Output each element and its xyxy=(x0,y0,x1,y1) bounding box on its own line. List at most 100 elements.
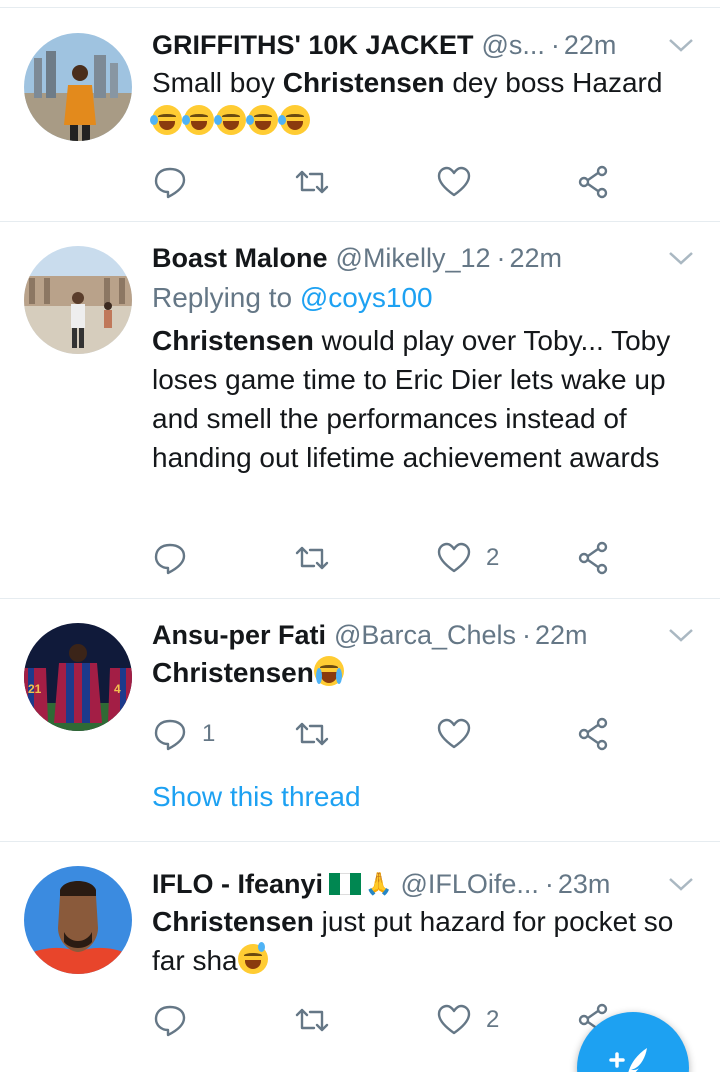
like-count: 2 xyxy=(486,1006,500,1033)
chevron-down-icon[interactable] xyxy=(666,33,696,57)
retweet-icon xyxy=(295,1008,329,1032)
compose-tweet-icon xyxy=(609,1048,647,1072)
reply-icon xyxy=(154,1005,186,1037)
nigeria-flag-emoji xyxy=(329,873,362,895)
tweet-text: Christensen would play over Toby... Toby… xyxy=(152,321,696,477)
timestamp[interactable]: 22m xyxy=(535,617,588,653)
separator: · xyxy=(496,243,506,273)
tweet[interactable]: 21 4 Ansu-per Fati @Barca_Chels · 22m Ch… xyxy=(0,599,720,842)
loudly-crying-face-emoji xyxy=(313,656,344,686)
chevron-down-icon[interactable] xyxy=(666,246,696,270)
tweet-actions: 1 xyxy=(152,714,622,754)
chevron-down-icon[interactable] xyxy=(666,872,696,896)
show-thread-link[interactable]: Show this thread xyxy=(152,781,361,813)
tweet-header: IFLO - Ifeanyi 🙏 @IFLOife... · 23m xyxy=(152,866,696,902)
tweet-text-pre: Small boy xyxy=(152,67,283,98)
share-icon xyxy=(578,717,608,751)
avatar-image: 21 4 xyxy=(24,623,132,731)
tweet-text-bold: Christensen xyxy=(152,325,314,356)
emoji-line xyxy=(150,102,696,141)
tweet[interactable]: Boast Malone @Mikelly_12 · 22m Replying … xyxy=(0,222,720,599)
reply-icon xyxy=(154,543,186,575)
separator: · xyxy=(544,869,554,899)
timestamp[interactable]: 22m xyxy=(510,240,563,276)
avatar[interactable]: 21 4 xyxy=(24,623,132,731)
tweet-text-bold: Christensen xyxy=(282,67,445,98)
praying-hands-emoji: 🙏 xyxy=(365,871,393,896)
tweet-text-bold: Christensen xyxy=(152,906,314,937)
reply-icon xyxy=(154,167,186,199)
avatar[interactable] xyxy=(24,866,132,974)
reply-icon xyxy=(154,719,186,751)
share-button[interactable] xyxy=(576,714,612,754)
tweet-header: Boast Malone @Mikelly_12 · 22m xyxy=(152,240,696,276)
share-button[interactable] xyxy=(576,162,612,202)
tweet-text-bold: Christensen xyxy=(152,657,314,688)
heart-icon xyxy=(437,542,471,573)
avatar-image xyxy=(24,246,132,354)
chevron-down-icon[interactable] xyxy=(666,623,696,647)
replying-to: Replying to @coys100 xyxy=(152,278,696,317)
like-button[interactable] xyxy=(436,162,472,202)
heart-icon xyxy=(437,166,471,197)
tweet-actions: 2 xyxy=(152,538,622,578)
timestamp[interactable]: 23m xyxy=(558,866,611,902)
display-name[interactable]: IFLO - Ifeanyi xyxy=(152,866,323,902)
user-handle[interactable]: @Barca_Chels xyxy=(334,617,516,653)
avatar-image xyxy=(24,33,132,141)
replying-to-handle[interactable]: @coys100 xyxy=(300,282,433,313)
tweet-text-post: dey boss Hazard xyxy=(444,67,663,98)
crying-laughing-cat-emoji xyxy=(214,105,246,135)
share-icon xyxy=(578,165,608,199)
heart-icon xyxy=(437,718,471,749)
separator: · xyxy=(550,30,560,60)
retweet-button[interactable] xyxy=(294,1000,330,1040)
like-button[interactable] xyxy=(436,714,472,754)
user-handle[interactable]: @Mikelly_12 xyxy=(336,240,491,276)
separator: · xyxy=(522,620,532,650)
user-handle[interactable]: @s... xyxy=(481,27,544,63)
tweet-text: Christensen just put hazard for pocket s… xyxy=(152,902,696,980)
top-divider xyxy=(0,0,720,8)
share-button[interactable] xyxy=(576,538,612,578)
like-button[interactable]: 2 xyxy=(436,538,499,578)
avatar[interactable] xyxy=(24,33,132,141)
display-name[interactable]: Boast Malone xyxy=(152,240,328,276)
crying-laughing-cat-emoji xyxy=(246,105,278,135)
reply-button[interactable] xyxy=(152,1000,188,1040)
tweet[interactable]: GRIFFITHS' 10K JACKET @s... · 22m Small … xyxy=(0,9,720,222)
avatar[interactable] xyxy=(24,246,132,354)
heart-icon xyxy=(437,1004,471,1035)
tweet-actions: 2 xyxy=(152,1000,622,1040)
like-count: 2 xyxy=(486,544,500,571)
svg-text:4: 4 xyxy=(114,682,121,696)
timestamp[interactable]: 22m xyxy=(564,27,617,63)
like-button[interactable]: 2 xyxy=(436,1000,499,1040)
retweet-icon xyxy=(295,546,329,570)
crying-laughing-cat-emoji xyxy=(182,105,214,135)
reply-button[interactable] xyxy=(152,538,188,578)
user-handle[interactable]: @IFLOife... xyxy=(400,866,538,902)
tweet-header: GRIFFITHS' 10K JACKET @s... · 22m xyxy=(152,27,696,63)
retweet-icon xyxy=(295,722,329,746)
share-icon xyxy=(578,541,608,575)
crying-laughing-cat-emoji xyxy=(278,105,310,135)
retweet-icon xyxy=(295,170,329,194)
retweet-button[interactable] xyxy=(294,162,330,202)
avatar-image xyxy=(24,866,132,974)
grinning-sweat-emoji xyxy=(237,942,268,974)
retweet-button[interactable] xyxy=(294,538,330,578)
crying-laughing-cat-emoji xyxy=(150,105,182,135)
display-name[interactable]: Ansu-per Fati xyxy=(152,617,326,653)
tweet-text: Christensen xyxy=(152,653,696,692)
svg-text:21: 21 xyxy=(28,682,42,696)
retweet-button[interactable] xyxy=(294,714,330,754)
tweet-header: Ansu-per Fati @Barca_Chels · 22m xyxy=(152,617,696,653)
tweet-text: Small boy Christensen dey boss Hazard xyxy=(152,63,696,102)
replying-to-prefix: Replying to xyxy=(152,282,300,313)
reply-button[interactable]: 1 xyxy=(152,714,215,754)
tweet-actions xyxy=(152,162,622,202)
reply-button[interactable] xyxy=(152,162,188,202)
display-name[interactable]: GRIFFITHS' 10K JACKET xyxy=(152,27,473,63)
reply-count: 1 xyxy=(202,720,216,747)
